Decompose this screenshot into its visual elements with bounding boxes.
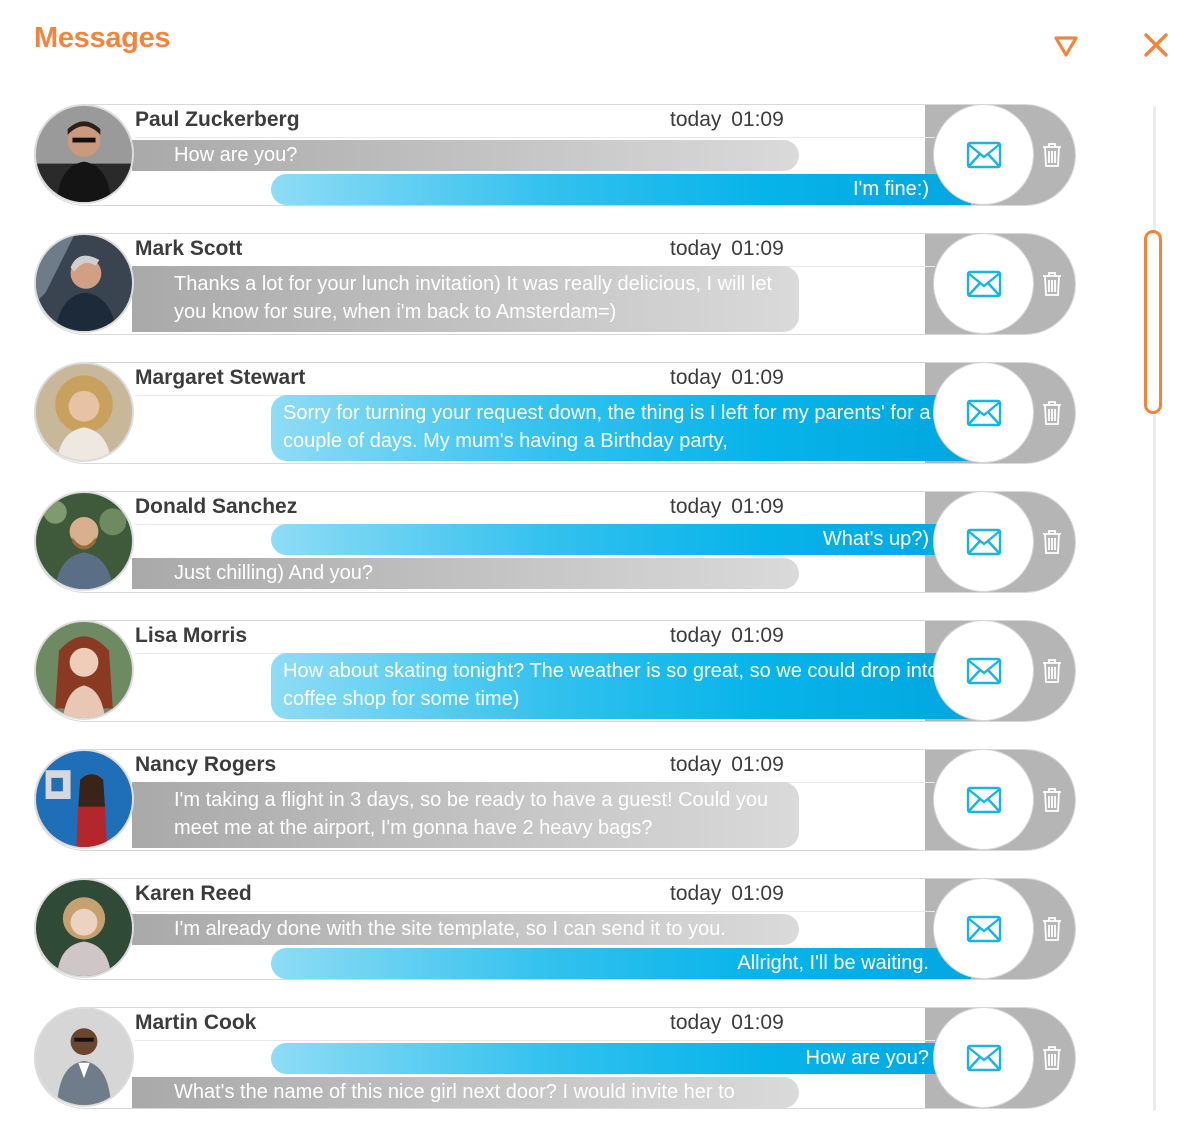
filter-triangle-icon[interactable] [1052, 32, 1080, 60]
reply-button[interactable] [933, 491, 1034, 592]
envelope-icon [966, 141, 1001, 168]
close-icon[interactable] [1141, 30, 1171, 60]
conversation-row[interactable]: Donald Sanchez today 01:09 What's up?) J… [34, 491, 1079, 595]
contact-name: Margaret Stewart [135, 366, 306, 389]
message-time: today 01:09 [670, 624, 784, 647]
outgoing-message: How are you? [271, 1043, 971, 1074]
conversation-list: Paul Zuckerberg today 01:09 How are you?… [34, 104, 1079, 1136]
trash-icon[interactable] [1041, 658, 1063, 684]
incoming-message: How are you? [132, 140, 799, 171]
reply-button[interactable] [933, 749, 1034, 850]
scrollbar-thumb[interactable] [1144, 230, 1162, 414]
trash-icon[interactable] [1041, 916, 1063, 942]
avatar[interactable] [34, 620, 134, 720]
incoming-message: Thanks a lot for your lunch invitation) … [132, 266, 799, 332]
reply-button[interactable] [933, 233, 1034, 334]
conversation-row[interactable]: Lisa Morris today 01:09 How about skatin… [34, 620, 1079, 724]
avatar[interactable] [34, 104, 134, 204]
contact-name: Karen Reed [135, 882, 252, 905]
incoming-message: I'm already done with the site template,… [132, 914, 799, 945]
message-time: today 01:09 [670, 108, 784, 131]
avatar[interactable] [34, 491, 134, 591]
conversation-row[interactable]: Nancy Rogers today 01:09 I'm taking a fl… [34, 749, 1079, 853]
trash-icon[interactable] [1041, 400, 1063, 426]
envelope-icon [966, 1044, 1001, 1071]
outgoing-message: What's up?) [271, 524, 971, 555]
outgoing-message: Sorry for turning your request down, the… [271, 395, 971, 461]
envelope-icon [966, 528, 1001, 555]
message-time: today 01:09 [670, 237, 784, 260]
message-time: today 01:09 [670, 495, 784, 518]
outgoing-message: How about skating tonight? The weather i… [271, 653, 971, 719]
outgoing-message: Allright, I'll be waiting. [271, 948, 971, 979]
contact-name: Donald Sanchez [135, 495, 298, 518]
avatar[interactable] [34, 1007, 134, 1107]
trash-icon[interactable] [1041, 529, 1063, 555]
trash-icon[interactable] [1041, 1045, 1063, 1071]
message-time: today 01:09 [670, 882, 784, 905]
avatar[interactable] [34, 878, 134, 978]
reply-button[interactable] [933, 362, 1034, 463]
message-time: today 01:09 [670, 1011, 784, 1034]
contact-name: Lisa Morris [135, 624, 248, 647]
envelope-icon [966, 399, 1001, 426]
reply-button[interactable] [933, 1007, 1034, 1108]
conversation-row[interactable]: Karen Reed today 01:09 I'm already done … [34, 878, 1079, 982]
envelope-icon [966, 270, 1001, 297]
trash-icon[interactable] [1041, 142, 1063, 168]
avatar[interactable] [34, 233, 134, 333]
avatar[interactable] [34, 362, 134, 462]
envelope-icon [966, 786, 1001, 813]
incoming-message: I'm taking a flight in 3 days, so be rea… [132, 782, 799, 848]
reply-button[interactable] [933, 878, 1034, 979]
envelope-icon [966, 657, 1001, 684]
conversation-row[interactable]: Mark Scott today 01:09 Thanks a lot for … [34, 233, 1079, 337]
conversation-row[interactable]: Margaret Stewart today 01:09 Sorry for t… [34, 362, 1079, 466]
conversation-row[interactable]: Martin Cook today 01:09 How are you? Wha… [34, 1007, 1079, 1111]
contact-name: Paul Zuckerberg [135, 108, 300, 131]
contact-name: Martin Cook [135, 1011, 257, 1034]
message-time: today 01:09 [670, 753, 784, 776]
conversation-row[interactable]: Paul Zuckerberg today 01:09 How are you?… [34, 104, 1079, 208]
trash-icon[interactable] [1041, 787, 1063, 813]
contact-name: Nancy Rogers [135, 753, 277, 776]
avatar[interactable] [34, 749, 134, 849]
contact-name: Mark Scott [135, 237, 243, 260]
reply-button[interactable] [933, 620, 1034, 721]
incoming-message: Just chilling) And you? [132, 558, 799, 589]
trash-icon[interactable] [1041, 271, 1063, 297]
outgoing-message: I'm fine:) [271, 174, 971, 205]
reply-button[interactable] [933, 104, 1034, 205]
incoming-message: What's the name of this nice girl next d… [132, 1077, 799, 1108]
message-time: today 01:09 [670, 366, 784, 389]
page-title: Messages [34, 22, 171, 54]
envelope-icon [966, 915, 1001, 942]
